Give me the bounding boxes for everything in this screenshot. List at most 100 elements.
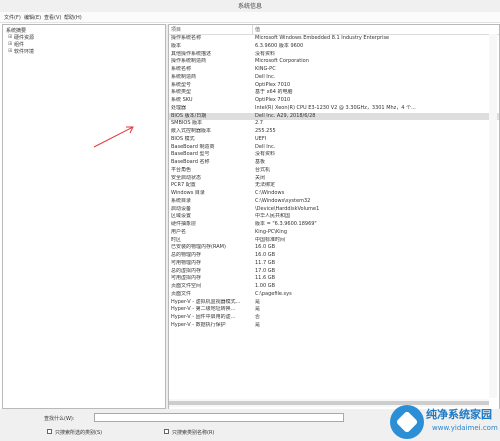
row-item-name: Hyper-V - 数据执行保护: [171, 321, 226, 328]
row-item-value: 关闭: [255, 174, 266, 181]
table-row[interactable]: 页面文件 C:\pagefile.sys: [169, 291, 499, 298]
row-item-value: 16.0 GB: [255, 244, 276, 251]
row-item-name: PCR7 配置: [171, 182, 196, 189]
row-item-name: Hyper-V - 固件中启用的虚...: [171, 314, 236, 320]
row-item-value: Microsoft Windows Embedded 8.1 Industry …: [255, 35, 390, 41]
table-row[interactable]: Hyper-V - 第二级地址转换... 是: [169, 306, 499, 313]
table-row[interactable]: 操作系统制造商 Microsoft Corporation: [169, 58, 499, 65]
table-row[interactable]: PCR7 配置 无法绑定: [169, 182, 499, 189]
table-row[interactable]: 版本 6.3.9600 版本 9600: [169, 43, 499, 50]
column-header-item[interactable]: 项目: [171, 26, 181, 33]
table-row[interactable]: BIOS 模式 UEFI: [169, 136, 499, 143]
row-item-name: 系统 SKU: [171, 97, 193, 103]
row-item-value: UEFI: [255, 135, 267, 142]
table-row[interactable]: Windows 目录 C:\Windows: [169, 190, 499, 197]
row-item-name: 平台角色: [171, 166, 192, 173]
table-row[interactable]: SMBIOS 版本 2.7: [169, 120, 499, 127]
table-row[interactable]: 系统制造商 Dell Inc.: [169, 74, 499, 81]
search-selected-category-checkbox[interactable]: [47, 429, 52, 434]
table-row[interactable]: Hyper-V - 固件中启用的虚... 否: [169, 314, 499, 321]
row-item-value: 否: [255, 314, 261, 320]
expand-icon[interactable]: ⊞: [8, 34, 12, 40]
row-item-name: 操作系统制造商: [171, 58, 207, 65]
row-item-name: BaseBoard 型号: [171, 151, 210, 158]
row-item-value: 6.3.9600 版本 9600: [255, 42, 304, 49]
table-row[interactable]: 嵌入式控制器版本 255.255: [169, 128, 499, 135]
table-row[interactable]: BaseBoard 型号 没有资料: [169, 151, 499, 158]
row-item-name: 版本: [171, 42, 182, 49]
expand-icon[interactable]: ⊞: [8, 41, 12, 47]
table-row[interactable]: 总的虚拟内存 17.0 GB: [169, 268, 499, 275]
menu-help[interactable]: 帮助(H): [64, 14, 82, 21]
vertical-scrollbar[interactable]: [489, 34, 497, 398]
row-item-value: C:\Windows: [255, 190, 285, 196]
row-item-name: 时区: [171, 236, 182, 243]
table-row[interactable]: 总的物理内存 16.0 GB: [169, 252, 499, 259]
row-item-value: 16.0 GB: [255, 252, 276, 258]
row-item-value: OptiPlex 7010: [255, 81, 291, 88]
row-item-value: 基于 x64 的电脑: [255, 89, 293, 96]
table-row[interactable]: 时区 中国标准时间: [169, 237, 499, 244]
table-row[interactable]: Hyper-V - 虚拟机监视器模式... 是: [169, 299, 499, 306]
tree-item-software-environment[interactable]: 软件环境: [14, 48, 34, 55]
row-item-value: 是: [255, 298, 261, 305]
table-row[interactable]: 其他操作系统描述 没有资料: [169, 51, 499, 58]
row-item-name: Hyper-V - 第二级地址转换...: [171, 306, 236, 313]
row-item-value: KING-PC: [255, 66, 276, 72]
system-info-window: 系统信息 文件(F) 编辑(E) 查看(V) 帮助(H) 系统摘要 ⊞ 硬件资源…: [0, 0, 500, 441]
table-row[interactable]: 安全启动状态 关闭: [169, 175, 499, 182]
table-row[interactable]: 硬件抽象层 版本 = "6.3.9600.18969": [169, 221, 499, 228]
table-row[interactable]: 页面文件空间 1.00 GB: [169, 283, 499, 290]
tree-item-hardware-resources[interactable]: 硬件资源: [14, 34, 34, 41]
column-header-value[interactable]: 值: [255, 26, 260, 33]
row-item-name: 已安装的物理内存(RAM): [171, 244, 226, 251]
row-item-value: 17.0 GB: [255, 267, 276, 274]
row-item-value: Microsoft Corporation: [255, 58, 309, 65]
table-row[interactable]: 用户名 King-PC\King: [169, 229, 499, 236]
row-item-name: Hyper-V - 虚拟机监视器模式...: [171, 298, 241, 305]
table-row[interactable]: BaseBoard 制造商 Dell Inc.: [169, 144, 499, 151]
table-row[interactable]: 系统类型 基于 x64 的电脑: [169, 89, 499, 96]
table-row[interactable]: 可用物理内存 11.7 GB: [169, 260, 499, 267]
table-row[interactable]: 区域设置 中华人民共和国: [169, 213, 499, 220]
table-row[interactable]: 启动设备 \Device\HarddiskVolume1: [169, 206, 499, 213]
row-item-name: 硬件抽象层: [171, 221, 197, 227]
row-item-name: 操作系统名称: [171, 35, 202, 41]
details-list: 项目 值 操作系统名称 Microsoft Windows Embedded 8.…: [168, 24, 500, 411]
table-row[interactable]: BIOS 版本/日期 Dell Inc. A29, 2018/6/28: [169, 112, 499, 120]
table-row[interactable]: 平台角色 台式机: [169, 167, 499, 174]
table-row[interactable]: 已安装的物理内存(RAM) 16.0 GB: [169, 244, 499, 251]
column-divider[interactable]: [252, 25, 253, 34]
tree-item-system-summary[interactable]: 系统摘要: [6, 27, 26, 34]
row-item-name: BIOS 模式: [171, 135, 195, 142]
table-row[interactable]: 系统目录 C:\Windows\system32: [169, 198, 499, 205]
row-item-name: BaseBoard 名称: [171, 159, 210, 165]
find-input[interactable]: [94, 413, 344, 422]
menu-file[interactable]: 文件(F): [4, 14, 21, 21]
table-row[interactable]: 操作系统名称 Microsoft Windows Embedded 8.1 Ind…: [169, 35, 499, 42]
menu-edit[interactable]: 编辑(E): [24, 14, 41, 21]
table-row[interactable]: 系统名称 KING-PC: [169, 66, 499, 73]
row-item-name: BaseBoard 制造商: [171, 143, 215, 150]
table-row[interactable]: 可用虚拟内存 11.6 GB: [169, 275, 499, 282]
row-item-name: 系统型号: [171, 81, 192, 88]
table-row[interactable]: 系统型号 OptiPlex 7010: [169, 82, 499, 89]
search-category-names-checkbox[interactable]: [164, 429, 169, 434]
menu-view[interactable]: 查看(V): [44, 14, 61, 21]
table-row[interactable]: 处理器 Intel(R) Xeon(R) CPU E3-1230 V2 @ 3.3…: [169, 105, 499, 112]
row-item-value: 无法绑定: [255, 182, 276, 189]
row-item-value: \Device\HarddiskVolume1: [255, 205, 320, 212]
watermark-logo-icon: [390, 405, 424, 439]
row-item-value: 是: [255, 321, 261, 328]
annotation-arrow-icon: [93, 126, 134, 148]
row-item-name: 页面文件: [171, 290, 192, 297]
expand-icon[interactable]: ⊞: [8, 48, 12, 54]
table-row[interactable]: BaseBoard 名称 基板: [169, 159, 499, 166]
search-category-names-label: 只搜索类别名称(R): [172, 430, 215, 436]
category-tree[interactable]: 系统摘要 ⊞ 硬件资源 ⊞ 组件 ⊞ 软件环境: [2, 24, 166, 409]
row-item-name: 区域设置: [171, 213, 192, 220]
row-item-name: 可用物理内存: [171, 259, 202, 266]
table-row[interactable]: 系统 SKU OptiPlex 7010: [169, 97, 499, 104]
table-row[interactable]: Hyper-V - 数据执行保护 是: [169, 322, 499, 329]
tree-item-components[interactable]: 组件: [14, 41, 24, 48]
